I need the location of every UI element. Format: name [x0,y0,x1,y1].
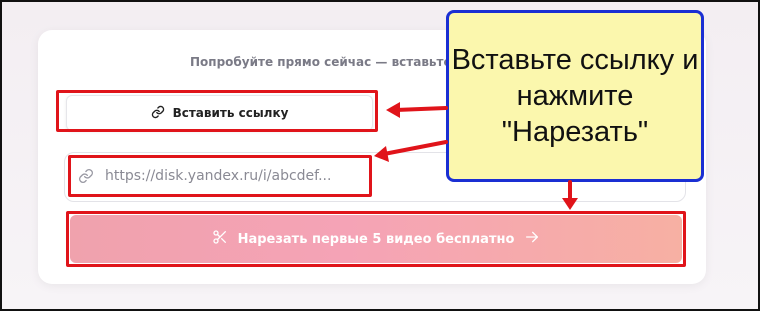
arrow-to-url-head [374,146,389,162]
annotation-arrows [374,102,578,210]
arrow-to-url [382,140,448,156]
arrow-to-paste-head [386,102,400,118]
arrow-to-paste [394,106,448,112]
arrow-to-cut-head [562,198,578,210]
